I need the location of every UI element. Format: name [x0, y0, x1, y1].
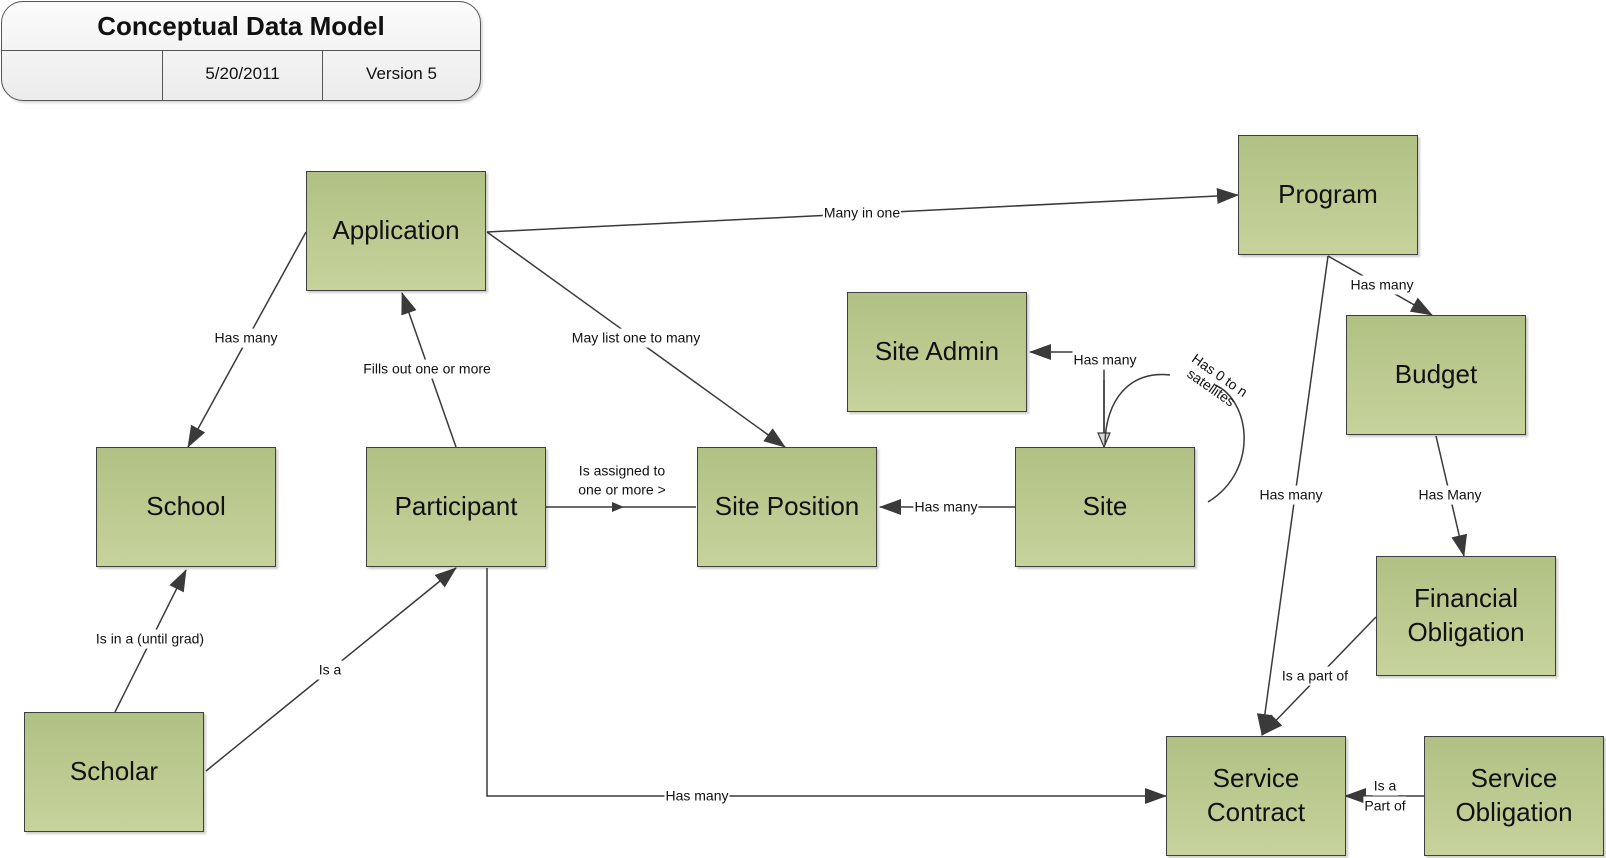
label-participant-site-position-2: one or more >	[578, 481, 666, 498]
entity-label: School	[146, 491, 226, 522]
entity-service-contract[interactable]: Service Contract	[1166, 736, 1346, 856]
diagram-title: Conceptual Data Model	[2, 2, 480, 51]
label-budget-financial-obligation: Has Many	[1417, 485, 1483, 505]
entity-application[interactable]: Application	[306, 171, 486, 291]
entity-label: Participant	[394, 491, 518, 522]
entity-participant[interactable]: Participant	[366, 447, 546, 567]
label-financial-obligation-service-contract: Is a part of	[1280, 666, 1350, 686]
entity-label: Service Contract	[1206, 763, 1306, 827]
entity-service-obligation[interactable]: Service Obligation	[1424, 736, 1604, 856]
edge-participant-service-contract[interactable]	[486, 568, 1167, 804]
label-site-site-admin: Has many	[1072, 350, 1138, 370]
entity-school[interactable]: School	[96, 447, 276, 567]
entity-program[interactable]: Program	[1238, 135, 1418, 255]
label-site-site-position: Has many	[913, 497, 979, 517]
entity-label: Site Position	[714, 491, 860, 522]
entity-label: Application	[332, 215, 460, 246]
entity-site-position[interactable]: Site Position	[697, 447, 877, 567]
label-participant-application: Fills out one or more	[362, 359, 492, 379]
entity-site-admin[interactable]: Site Admin	[847, 292, 1027, 412]
label-program-budget: Has many	[1349, 275, 1415, 295]
label-scholar-school: Is in a (until grad)	[94, 629, 206, 649]
label-participant-service-contract: Has many	[664, 786, 730, 806]
label-service-obligation-service-contract-1: Is a	[1372, 776, 1398, 796]
label-program-service-contract: Has many	[1258, 485, 1324, 505]
title-block-empty-cell	[2, 51, 163, 100]
entity-financial-obligation[interactable]: Financial Obligation	[1376, 556, 1556, 676]
label-application-school: Has many	[213, 328, 279, 348]
entity-label: Budget	[1394, 359, 1478, 390]
entity-budget[interactable]: Budget	[1346, 315, 1526, 435]
entity-label: Scholar	[69, 756, 159, 787]
title-block: Conceptual Data Model 5/20/2011 Version …	[1, 1, 481, 101]
edge-participant-site-position-arrow	[612, 502, 624, 512]
entity-label: Site Admin	[874, 336, 1000, 367]
entity-label: Program	[1278, 179, 1378, 210]
label-service-obligation-service-contract-2: Part of	[1363, 796, 1407, 816]
label-application-site-position: May list one to many	[570, 328, 702, 348]
entity-site[interactable]: Site	[1015, 447, 1195, 567]
label-application-program: Many in one	[822, 203, 902, 223]
label-participant-site-position-1: Is assigned to	[578, 462, 666, 479]
entity-label: Site	[1082, 491, 1128, 522]
entity-label: Financial Obligation	[1407, 583, 1525, 647]
entity-scholar[interactable]: Scholar	[24, 712, 204, 832]
title-block-version: Version 5	[366, 64, 437, 83]
entity-label: Service Obligation	[1455, 763, 1573, 827]
label-scholar-participant: Is a	[317, 660, 343, 680]
title-block-date: 5/20/2011	[163, 51, 323, 100]
